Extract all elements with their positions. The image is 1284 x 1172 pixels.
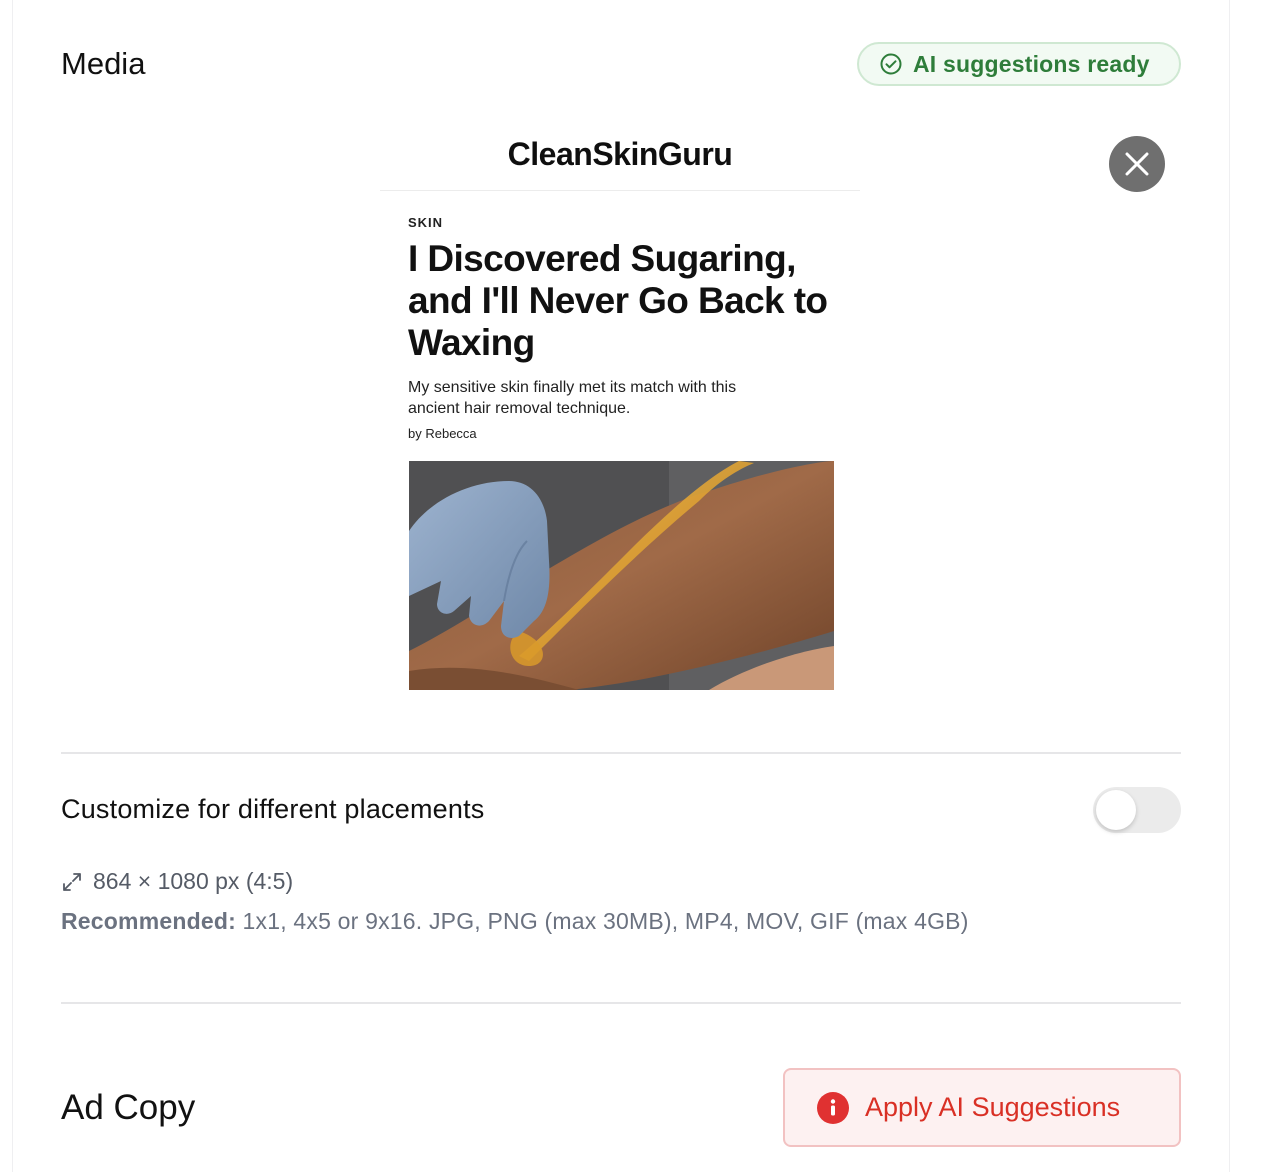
- apply-ai-suggestions-label: Apply AI Suggestions: [865, 1092, 1121, 1122]
- customize-placements-toggle[interactable]: [1093, 787, 1181, 833]
- customize-placements-label: Customize for different placements: [61, 794, 485, 824]
- article-dek: My sensitive skin finally met its match …: [408, 379, 737, 417]
- alert-info-icon: [817, 1091, 849, 1124]
- recommended-label: Recommended:: [61, 908, 236, 934]
- close-icon: [1125, 152, 1149, 176]
- apply-ai-suggestions-button[interactable]: Apply AI Suggestions: [783, 1068, 1181, 1147]
- brand-divider: [380, 190, 860, 191]
- ad-copy-section-title: Ad Copy: [61, 1088, 196, 1127]
- expand-icon: [63, 872, 81, 891]
- brand-logo-text: CleanSkinGuru: [507, 136, 733, 172]
- section-divider: [61, 1002, 1181, 1004]
- remove-media-button[interactable]: [1109, 136, 1165, 192]
- toggle-knob: [1096, 790, 1136, 830]
- article-kicker: SKIN: [408, 215, 444, 230]
- recommended-text: 1x1, 4x5 or 9x16. JPG, PNG (max 30MB), M…: [235, 908, 969, 934]
- media-section-title: Media: [61, 46, 146, 81]
- recommended-formats: Recommended: 1x1, 4x5 or 9x16. JPG, PNG …: [61, 908, 969, 935]
- creative-photo: [409, 461, 834, 690]
- check-circle-icon: [879, 52, 903, 76]
- sugaring-photo-illustration: [409, 461, 834, 690]
- article-headline: I Discovered Sugaring, and I'll Never Go…: [408, 238, 828, 363]
- article-byline: by Rebecca: [408, 426, 477, 441]
- media-dimensions: 864 × 1080 px (4:5): [61, 868, 293, 895]
- media-dimensions-text: 864 × 1080 px (4:5): [93, 868, 294, 894]
- ai-suggestions-ready-label: AI suggestions ready: [913, 50, 1150, 77]
- ai-suggestions-ready-badge: AI suggestions ready: [857, 42, 1181, 86]
- section-divider: [61, 752, 1181, 754]
